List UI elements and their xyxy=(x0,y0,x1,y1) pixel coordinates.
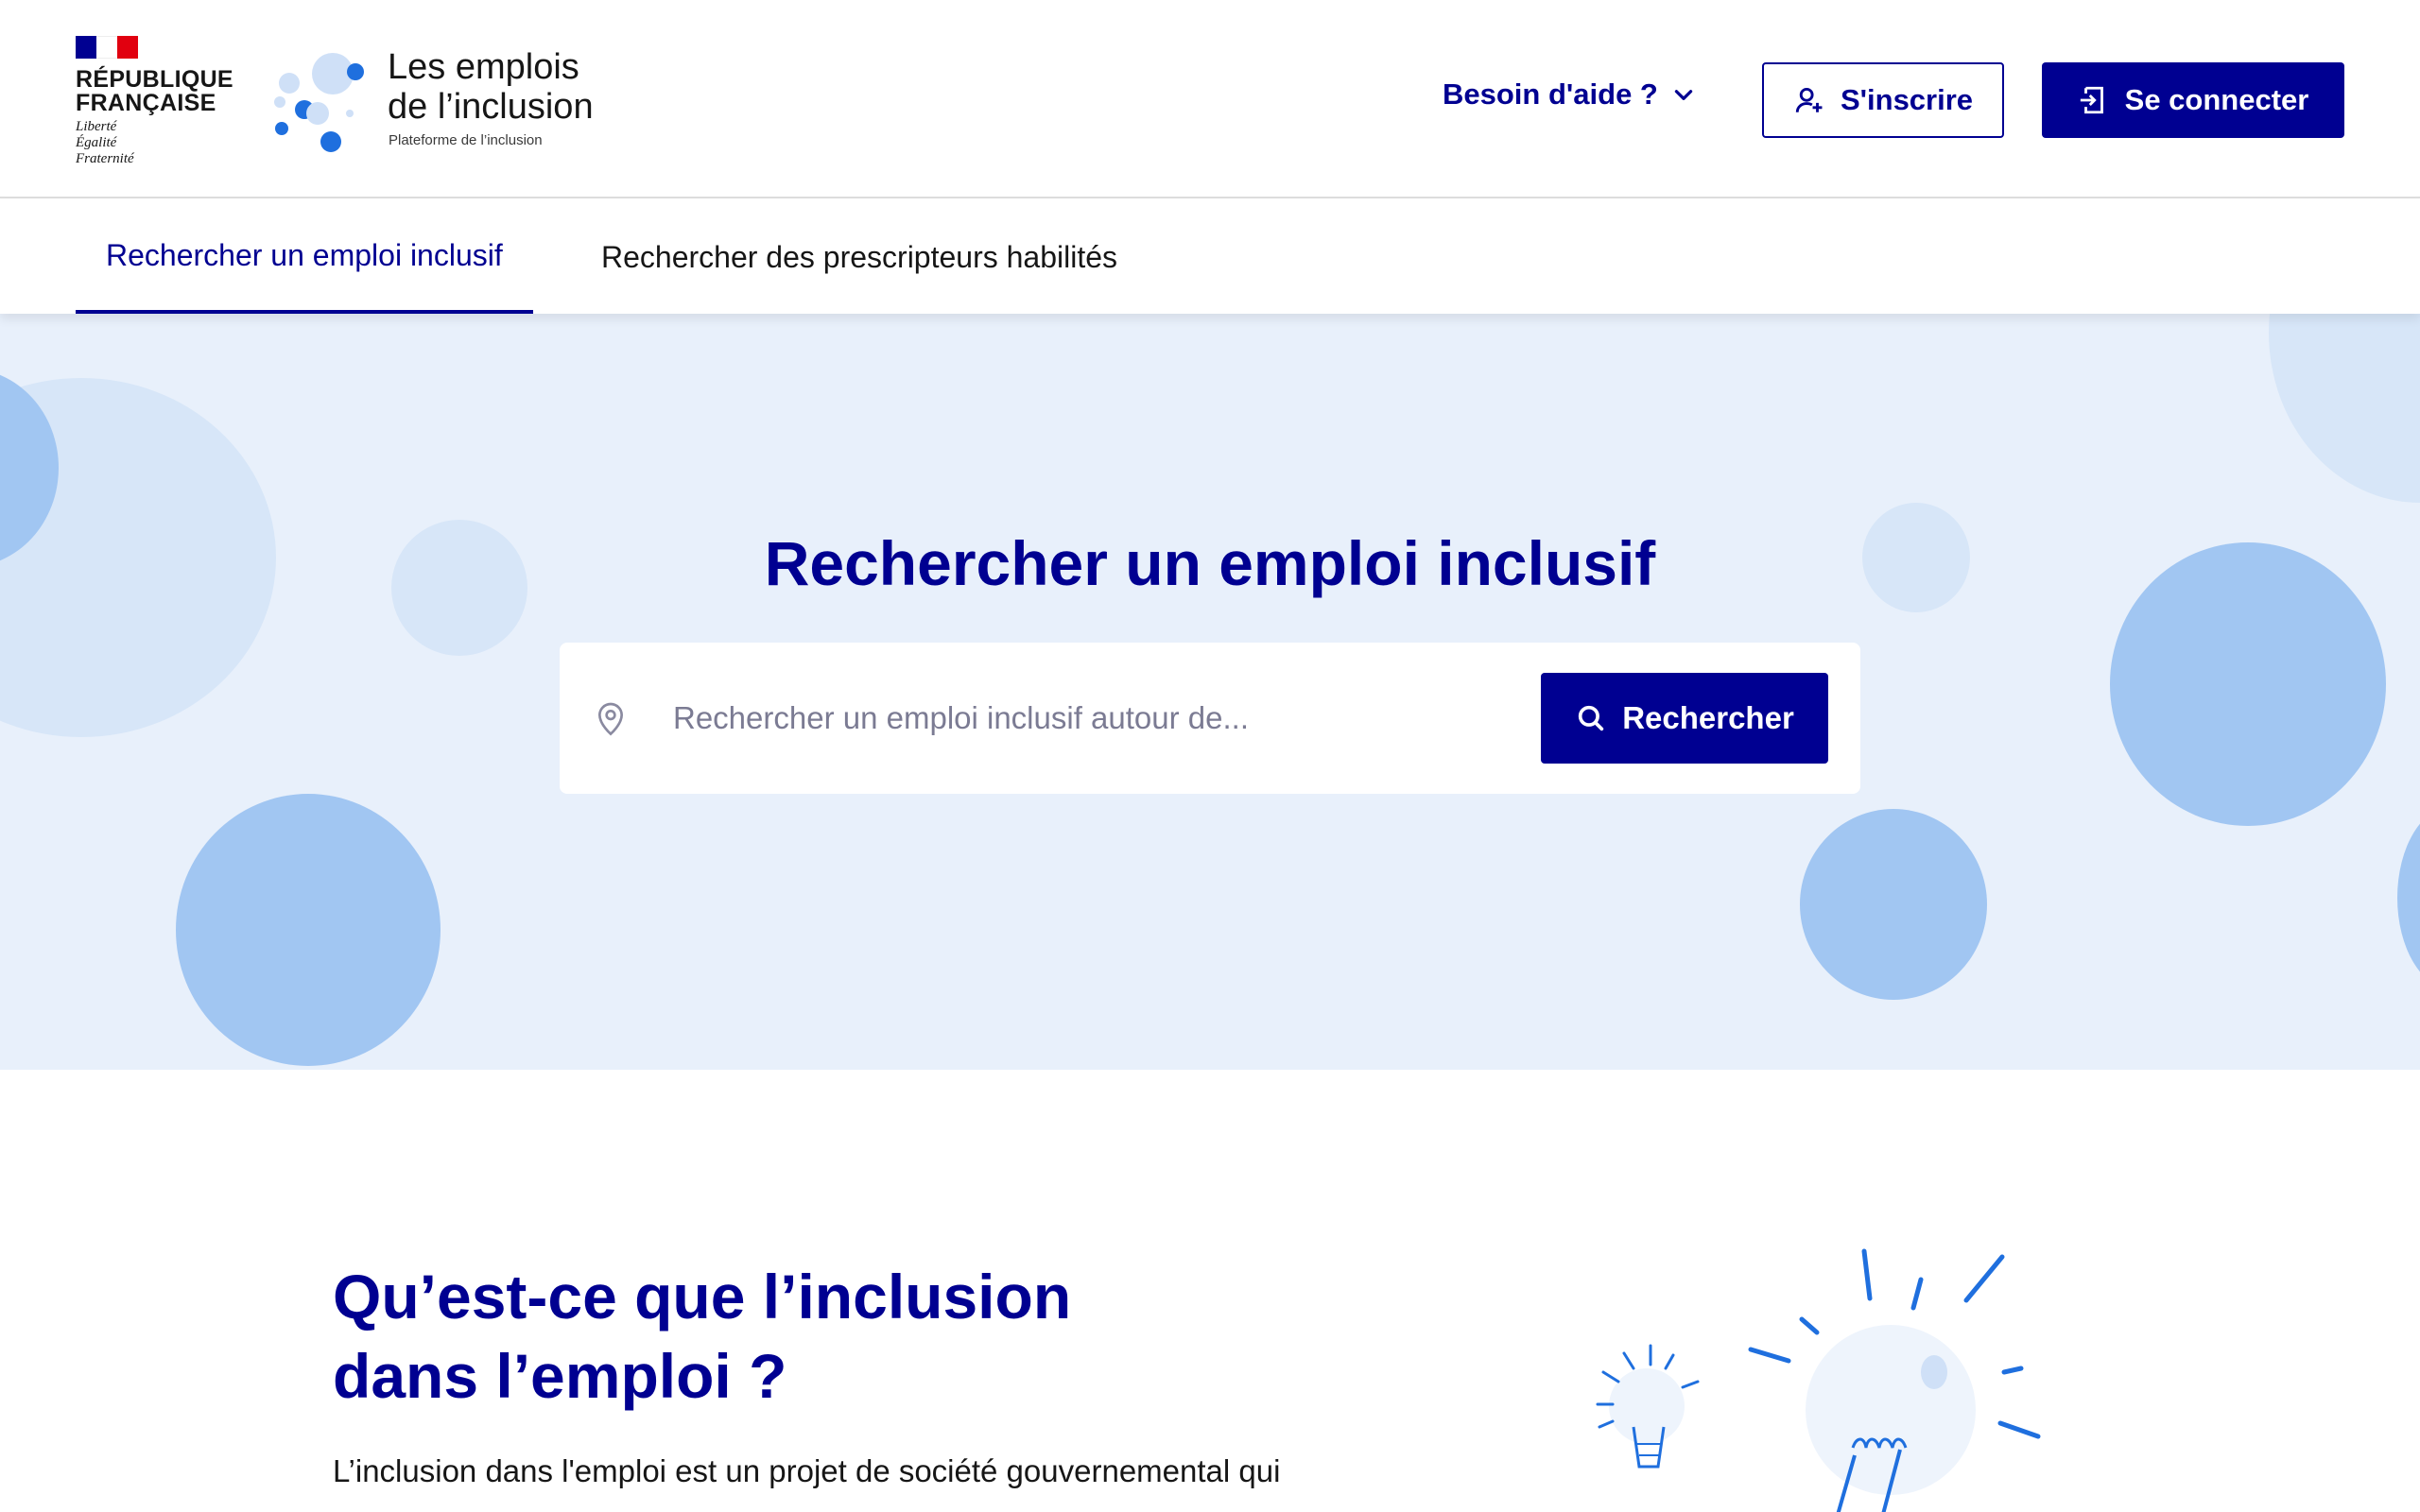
decorative-bubble xyxy=(2269,314,2420,503)
signup-label: S'inscrire xyxy=(1840,83,1974,116)
section-title-line2: dans l’emploi ? xyxy=(333,1341,787,1411)
user-add-icon xyxy=(1795,87,1823,112)
search-icon xyxy=(1579,705,1604,731)
search-submit-button[interactable]: Rechercher xyxy=(1541,673,1828,764)
tab-search-prescribers[interactable]: Rechercher des prescripteurs habilités xyxy=(571,200,1148,314)
login-button[interactable]: Se connecter xyxy=(2042,62,2344,138)
chevron-down-icon xyxy=(1674,90,1693,100)
search-hero: Rechercher un emploi inclusif Rechercher xyxy=(0,314,2420,1070)
hero-title: Rechercher un emploi inclusif xyxy=(764,528,1656,598)
section-title-line1: Qu’est-ce que l’inclusion xyxy=(333,1262,1072,1332)
bubbles-logo-icon xyxy=(274,53,364,152)
inclusion-section-text: L’inclusion dans l'emploi est un projet … xyxy=(333,1453,1281,1488)
tab-search-jobs-label: Rechercher un emploi inclusif xyxy=(106,237,503,272)
motto-liberte: Liberté xyxy=(76,119,117,134)
inclusion-section-title: Qu’est-ce que l’inclusion dans l’emploi … xyxy=(333,1257,1184,1416)
marianne-flag-icon xyxy=(76,36,138,59)
help-dropdown-button[interactable]: Besoin d'aide ? xyxy=(1443,77,1696,112)
tab-search-jobs[interactable]: Rechercher un emploi inclusif xyxy=(76,200,533,314)
republique-francaise-logo[interactable]: RÉPUBLIQUE FRANÇAISE Liberté Égalité Fra… xyxy=(76,36,233,167)
brand-subtitle: Plateforme de l’inclusion xyxy=(389,132,543,148)
republic-line2: FRANÇAISE xyxy=(76,90,216,116)
login-icon xyxy=(2080,86,2103,114)
republic-line1: RÉPUBLIQUE xyxy=(76,66,233,93)
republic-title: RÉPUBLIQUE FRANÇAISE xyxy=(76,66,233,116)
job-search-form: Rechercher xyxy=(560,643,1860,794)
map-pin-icon xyxy=(597,702,624,736)
main-navigation: Rechercher un emploi inclusif Rechercher… xyxy=(0,200,2420,314)
republic-motto: Liberté Égalité Fraternité xyxy=(76,119,217,167)
location-search-input[interactable] xyxy=(673,680,1410,756)
brand-title-line2: de l’inclusion xyxy=(388,87,594,127)
tab-search-prescribers-label: Rechercher des prescripteurs habilités xyxy=(601,239,1118,274)
lightbulb-illustration-icon xyxy=(1596,1248,2041,1512)
decorative-bubble xyxy=(1800,809,1987,1000)
signup-button[interactable]: S'inscrire xyxy=(1762,62,2004,138)
motto-egalite: Égalité xyxy=(76,135,117,150)
search-button-label: Rechercher xyxy=(1622,700,1794,735)
brand-logo-link[interactable]: Les emplois de l’inclusion Plateforme de… xyxy=(270,43,611,157)
login-label: Se connecter xyxy=(2124,83,2309,116)
site-header: RÉPUBLIQUE FRANÇAISE Liberté Égalité Fra… xyxy=(0,0,2420,198)
brand-title: Les emplois de l’inclusion xyxy=(388,47,594,127)
decorative-bubble xyxy=(2397,805,2420,990)
brand-title-line1: Les emplois xyxy=(388,47,579,87)
help-label: Besoin d'aide ? xyxy=(1443,77,1658,111)
motto-fraternite: Fraternité xyxy=(76,151,134,166)
decorative-bubble xyxy=(176,794,441,1066)
